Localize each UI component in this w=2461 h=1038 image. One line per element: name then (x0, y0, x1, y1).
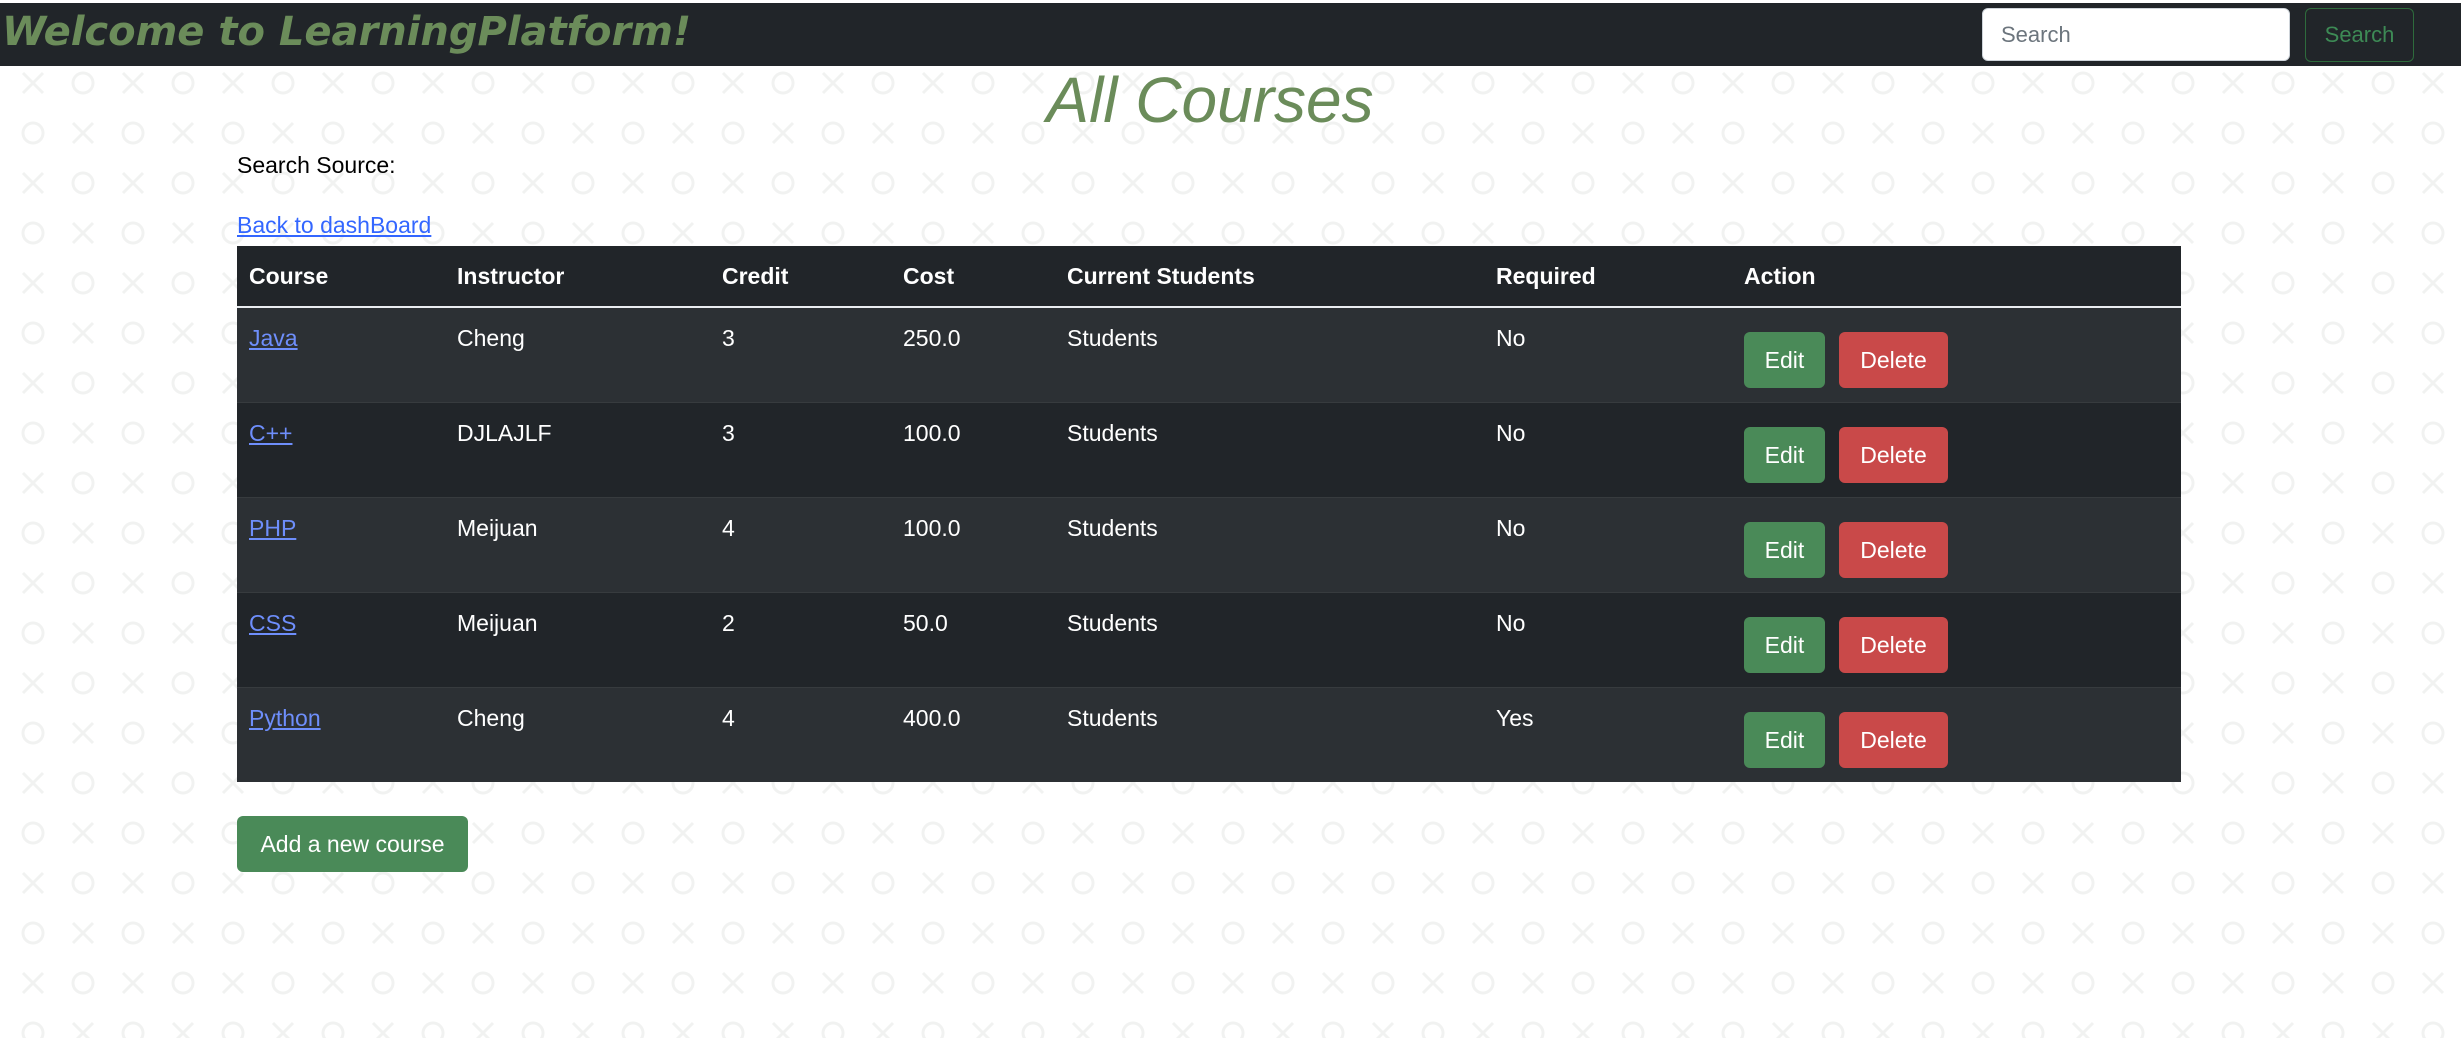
required-cell: No (1484, 402, 1732, 498)
header-cost: Cost (891, 246, 1055, 308)
cost-cell: 250.0 (891, 306, 1055, 403)
instructor-cell: Cheng (445, 687, 710, 782)
edit-button[interactable]: Edit (1744, 332, 1825, 388)
add-course-button[interactable]: Add a new course (237, 816, 468, 872)
delete-button[interactable]: Delete (1839, 522, 1948, 578)
cost-cell: 400.0 (891, 687, 1055, 782)
brand-title[interactable]: Welcome to LearningPlatform! (2, 8, 691, 56)
students-cell: Students (1055, 497, 1484, 593)
course-link[interactable]: Python (249, 705, 321, 731)
action-cell: Edit Delete (1732, 402, 2181, 498)
required-cell: No (1484, 497, 1732, 593)
required-cell: No (1484, 592, 1732, 688)
instructor-cell: Cheng (445, 306, 710, 403)
search-button[interactable]: Search (2305, 8, 2414, 62)
header-current-students: Current Students (1055, 246, 1484, 308)
header-required: Required (1484, 246, 1732, 308)
delete-button[interactable]: Delete (1839, 427, 1948, 483)
action-cell: Edit Delete (1732, 497, 2181, 593)
delete-button[interactable]: Delete (1839, 712, 1948, 768)
search-input[interactable] (1982, 8, 2290, 61)
edit-button[interactable]: Edit (1744, 427, 1825, 483)
table-row: PHP Meijuan 4 100.0 Students No Edit Dele… (237, 497, 2181, 593)
credit-cell: 4 (710, 687, 891, 782)
course-link[interactable]: PHP (249, 515, 296, 541)
table-row: Java Cheng 3 250.0 Students No Edit Delet… (237, 306, 2181, 403)
instructor-cell: Meijuan (445, 592, 710, 688)
credit-cell: 2 (710, 592, 891, 688)
course-link[interactable]: Java (249, 325, 298, 351)
table-row: Python Cheng 4 400.0 Students Yes Edit De… (237, 687, 2181, 782)
instructor-cell: DJLAJLF (445, 402, 710, 498)
course-link[interactable]: CSS (249, 610, 296, 636)
credit-cell: 3 (710, 306, 891, 403)
header-course: Course (237, 246, 445, 308)
table-header-row: Course Instructor Credit Cost Current St… (237, 246, 2181, 308)
delete-button[interactable]: Delete (1839, 332, 1948, 388)
cost-cell: 100.0 (891, 497, 1055, 593)
edit-button[interactable]: Edit (1744, 617, 1825, 673)
top-navbar: Welcome to LearningPlatform! Search (0, 3, 2461, 66)
header-action: Action (1732, 246, 2181, 308)
required-cell: No (1484, 306, 1732, 403)
courses-table: Course Instructor Credit Cost Current St… (237, 246, 2181, 782)
cost-cell: 50.0 (891, 592, 1055, 688)
credit-cell: 3 (710, 402, 891, 498)
cost-cell: 100.0 (891, 402, 1055, 498)
delete-button[interactable]: Delete (1839, 617, 1948, 673)
search-source-label: Search Source: (237, 152, 396, 178)
action-cell: Edit Delete (1732, 687, 2181, 782)
back-to-dashboard-link[interactable]: Back to dashBoard (237, 212, 431, 239)
action-cell: Edit Delete (1732, 592, 2181, 688)
students-cell: Students (1055, 306, 1484, 403)
students-cell: Students (1055, 687, 1484, 782)
header-credit: Credit (710, 246, 891, 308)
edit-button[interactable]: Edit (1744, 522, 1825, 578)
required-cell: Yes (1484, 687, 1732, 782)
course-link[interactable]: C++ (249, 420, 292, 446)
edit-button[interactable]: Edit (1744, 712, 1825, 768)
page-title: All Courses (1046, 64, 1374, 136)
students-cell: Students (1055, 592, 1484, 688)
students-cell: Students (1055, 402, 1484, 498)
table-row: CSS Meijuan 2 50.0 Students No Edit Delet… (237, 592, 2181, 688)
header-instructor: Instructor (445, 246, 710, 308)
table-row: C++ DJLAJLF 3 100.0 Students No Edit Dele… (237, 402, 2181, 498)
credit-cell: 4 (710, 497, 891, 593)
instructor-cell: Meijuan (445, 497, 710, 593)
action-cell: Edit Delete (1732, 306, 2181, 403)
